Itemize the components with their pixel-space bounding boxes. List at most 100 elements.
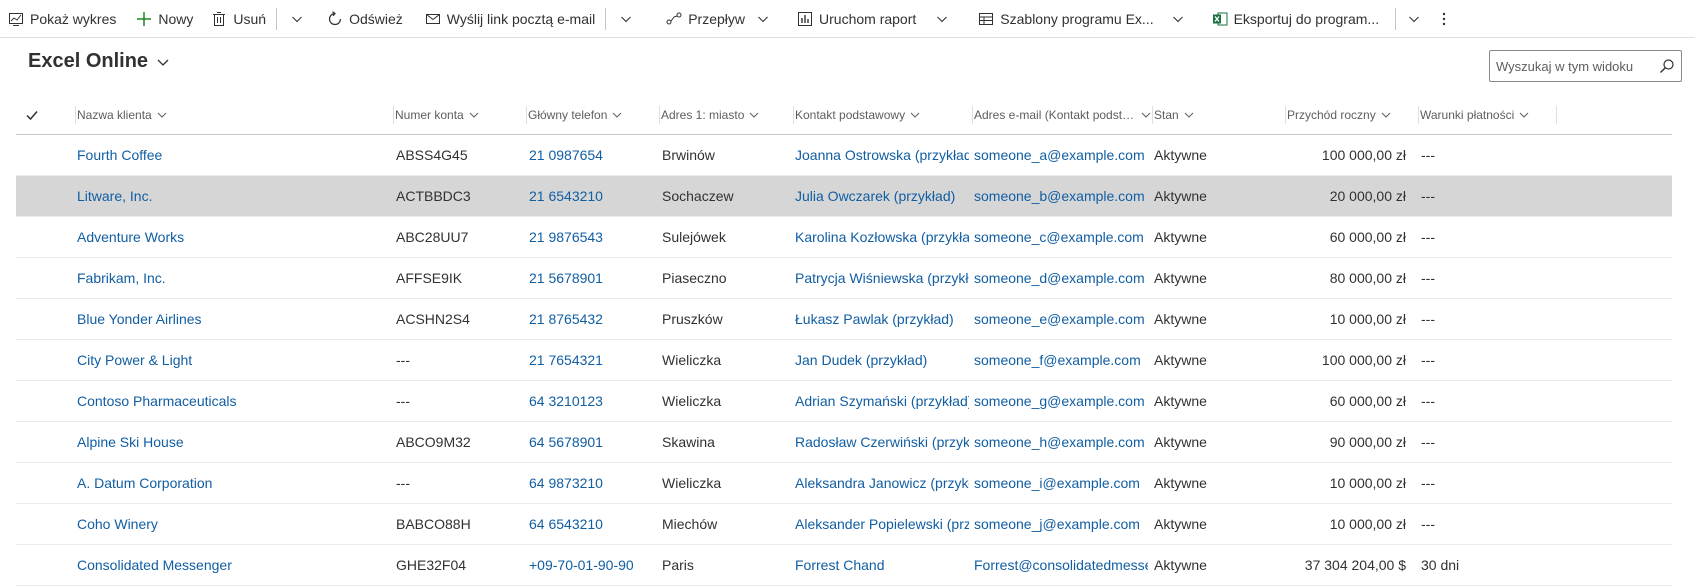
cell-account-name[interactable]: Litware, Inc. bbox=[77, 176, 377, 216]
cell-account-name[interactable]: Alpine Ski House bbox=[77, 422, 377, 462]
table-row[interactable]: Fabrikam, Inc. AFFSE9IK 21 5678901 Piaseczn… bbox=[16, 258, 1672, 299]
cell-account-name[interactable]: A. Datum Corporation bbox=[77, 463, 377, 503]
column-header-annual-revenue[interactable]: Przychód roczny bbox=[1285, 96, 1415, 134]
cell-contact-email[interactable]: someone_g@example.com bbox=[974, 381, 1148, 421]
cell-account-number: --- bbox=[396, 352, 410, 368]
cell-primary-contact[interactable]: Aleksandra Janowicz (przykład bbox=[795, 463, 969, 503]
cell-main-phone[interactable]: 21 8765432 bbox=[529, 299, 654, 339]
table-row[interactable]: City Power & Light --- 21 7654321 Wieliczka… bbox=[16, 340, 1672, 381]
table-row[interactable]: Contoso Pharmaceuticals --- 64 3210123 Wiel… bbox=[16, 381, 1672, 422]
cell-primary-contact[interactable]: Joanna Ostrowska (przykład) bbox=[795, 135, 969, 175]
new-button[interactable]: Nowy bbox=[128, 0, 201, 38]
table-row[interactable]: Fourth Coffee ABSS4G45 21 0987654 Brwinów Jo… bbox=[16, 135, 1672, 176]
cell-contact-email[interactable]: someone_e@example.com bbox=[974, 299, 1148, 339]
cell-primary-contact[interactable]: Patrycja Wiśniewska (przykład) bbox=[795, 258, 969, 298]
cell-account-name[interactable]: Consolidated Messenger bbox=[77, 545, 377, 585]
more-actions-dropdown[interactable] bbox=[279, 0, 315, 38]
column-header-primary-contact[interactable]: Kontakt podstawowy bbox=[793, 96, 975, 134]
column-header-label: Nazwa klienta bbox=[77, 108, 152, 122]
table-row[interactable]: A. Datum Corporation --- 64 9873210 Wielicz… bbox=[16, 463, 1672, 504]
column-header-status[interactable]: Stan bbox=[1152, 96, 1274, 134]
cell-account-name[interactable]: Adventure Works bbox=[77, 217, 377, 257]
chart-icon bbox=[8, 11, 24, 27]
cell-main-phone[interactable]: +09-70-01-90-90 bbox=[529, 545, 654, 585]
chevron-down-icon bbox=[757, 13, 769, 25]
run-report-button[interactable]: Uruchom raport bbox=[789, 0, 956, 38]
select-all-checkmark[interactable] bbox=[22, 96, 42, 134]
cell-account-name[interactable]: Fourth Coffee bbox=[77, 135, 377, 175]
cell-main-phone[interactable]: 64 9873210 bbox=[529, 463, 654, 503]
cell-main-phone[interactable]: 64 3210123 bbox=[529, 381, 654, 421]
cell-account-name[interactable]: Coho Winery bbox=[77, 504, 377, 544]
column-header-city[interactable]: Adres 1: miasto bbox=[659, 96, 786, 134]
cell-contact-email[interactable]: someone_h@example.com bbox=[974, 422, 1148, 462]
show-chart-label: Pokaż wykres bbox=[30, 10, 117, 27]
cell-primary-contact[interactable]: Forrest Chand bbox=[795, 545, 969, 585]
cell-account-number: --- bbox=[396, 475, 410, 491]
table-row[interactable]: Blue Yonder Airlines ACSHN2S4 21 8765432 Pr… bbox=[16, 299, 1672, 340]
export-excel-button[interactable]: Eksportuj do program... bbox=[1204, 0, 1388, 38]
search-icon[interactable] bbox=[1653, 58, 1681, 74]
search-input[interactable] bbox=[1490, 52, 1653, 80]
cell-contact-email[interactable]: someone_d@example.com bbox=[974, 258, 1148, 298]
cell-main-phone[interactable]: 21 5678901 bbox=[529, 258, 654, 298]
cell-contact-email[interactable]: someone_j@example.com bbox=[974, 504, 1148, 544]
cell-contact-email[interactable]: someone_i@example.com bbox=[974, 463, 1148, 503]
column-header-payment-terms[interactable]: Warunki płatności bbox=[1418, 96, 1565, 134]
column-header-main-phone[interactable]: Główny telefon bbox=[526, 96, 648, 134]
cell-primary-contact[interactable]: Jan Dudek (przykład) bbox=[795, 340, 969, 380]
cell-account-name[interactable]: Contoso Pharmaceuticals bbox=[77, 381, 377, 421]
cell-contact-email[interactable]: someone_c@example.com bbox=[974, 217, 1148, 257]
plus-icon bbox=[136, 11, 152, 27]
more-commands-button[interactable] bbox=[1430, 0, 1458, 38]
table-row[interactable]: Litware, Inc. ACTBBDC3 21 6543210 Sochaczew… bbox=[16, 176, 1672, 217]
cell-account-name[interactable]: Fabrikam, Inc. bbox=[77, 258, 377, 298]
report-icon bbox=[797, 11, 813, 27]
column-header-label: Stan bbox=[1154, 108, 1179, 122]
email-more-dropdown[interactable] bbox=[608, 0, 644, 38]
grid-body: Fourth Coffee ABSS4G45 21 0987654 Brwinów Jo… bbox=[16, 135, 1672, 586]
cell-primary-contact[interactable]: Radosław Czerwiński (przykład bbox=[795, 422, 969, 462]
cell-primary-contact[interactable]: Łukasz Pawlak (przykład) bbox=[795, 299, 969, 339]
cell-primary-contact[interactable]: Julia Owczarek (przykład) bbox=[795, 176, 969, 216]
column-header-account-name[interactable]: Nazwa klienta bbox=[75, 96, 377, 134]
cell-account-number: ABSS4G45 bbox=[396, 147, 468, 163]
cell-main-phone[interactable]: 64 6543210 bbox=[529, 504, 654, 544]
cell-account-name[interactable]: Blue Yonder Airlines bbox=[77, 299, 377, 339]
cell-main-phone[interactable]: 21 6543210 bbox=[529, 176, 654, 216]
cell-contact-email[interactable]: someone_a@example.com bbox=[974, 135, 1148, 175]
table-row[interactable]: Alpine Ski House ABCO9M32 64 5678901 Skawin… bbox=[16, 422, 1672, 463]
table-row[interactable]: Adventure Works ABC28UU7 21 9876543 Sulejów… bbox=[16, 217, 1672, 258]
refresh-button[interactable]: Odśwież bbox=[319, 0, 411, 38]
toolbar-divider bbox=[605, 7, 607, 30]
delete-button[interactable]: Usuń bbox=[203, 0, 274, 38]
cell-main-phone[interactable]: 21 7654321 bbox=[529, 340, 654, 380]
run-report-label: Uruchom raport bbox=[819, 10, 917, 27]
chevron-down-icon bbox=[1184, 110, 1194, 120]
cell-contact-email[interactable]: someone_b@example.com bbox=[974, 176, 1148, 216]
show-chart-button[interactable]: Pokaż wykres bbox=[0, 0, 124, 38]
cell-primary-contact[interactable]: Aleksander Popielewski (przykł bbox=[795, 504, 969, 544]
view-selector[interactable]: Excel Online bbox=[28, 50, 170, 73]
cell-primary-contact[interactable]: Karolina Kozłowska (przykład). bbox=[795, 217, 969, 257]
grid-header: Nazwa klienta Numer konta Główny telefon… bbox=[16, 96, 1672, 135]
cell-main-phone[interactable]: 21 0987654 bbox=[529, 135, 654, 175]
cell-main-phone[interactable]: 21 9876543 bbox=[529, 217, 654, 257]
column-header-account-number[interactable]: Numer konta bbox=[393, 96, 515, 134]
cell-main-phone[interactable]: 64 5678901 bbox=[529, 422, 654, 462]
email-link-button[interactable]: Wyślij link pocztą e-mail bbox=[417, 0, 603, 38]
column-header-contact-email[interactable]: Adres e-mail (Kontakt podsta... bbox=[972, 96, 1152, 134]
export-more-dropdown[interactable] bbox=[1398, 0, 1430, 38]
table-row[interactable]: Coho Winery BABCO88H 64 6543210 Miechów Alek… bbox=[16, 504, 1672, 545]
cell-contact-email[interactable]: someone_f@example.com bbox=[974, 340, 1148, 380]
cell-annual-revenue: 100 000,00 zł bbox=[1321, 352, 1406, 368]
cell-account-name[interactable]: City Power & Light bbox=[77, 340, 377, 380]
cell-contact-email[interactable]: Forrest@consolidatedmesseng bbox=[974, 545, 1148, 585]
cell-primary-contact[interactable]: Adrian Szymański (przykład) bbox=[795, 381, 969, 421]
cell-payment-terms: --- bbox=[1421, 270, 1435, 286]
flow-button[interactable]: Przepływ bbox=[658, 0, 777, 38]
excel-templates-button[interactable]: Szablony programu Ex... bbox=[970, 0, 1191, 38]
table-row[interactable]: Consolidated Messenger GHE32F04 +09-70-01-… bbox=[16, 545, 1672, 586]
chevron-down-icon bbox=[156, 55, 170, 69]
trash-icon bbox=[211, 11, 227, 27]
